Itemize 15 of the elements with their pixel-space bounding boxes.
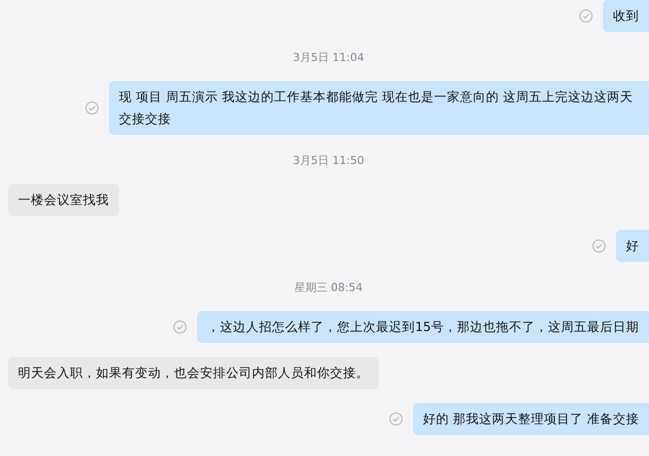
message-timestamp: 3月5日 11:50: [292, 153, 364, 168]
sent-message: 好的 那我这两天整理项目了 准备交接: [413, 403, 649, 435]
read-status-icon: [85, 101, 99, 115]
read-status-icon: [389, 412, 404, 426]
sent-message: 收到: [603, 0, 649, 32]
read-status-icon: [579, 9, 593, 23]
sent-message: 现 项目 周五演示 我这边的工作基本都能做完 现在也是一家意向的 这周五上完这边这两天交接交接: [109, 81, 649, 135]
message-timestamp: 3月5日 11:04: [292, 50, 364, 65]
sent-message: ，这边人招怎么样了，您上次最迟到15号，那边也拖不了，这周五最后日期: [197, 311, 649, 343]
received-message: 明天会入职，如果有变动，也会安排公司内部人员和你交接。: [8, 357, 379, 389]
read-status-icon: [592, 239, 606, 253]
received-message: 一楼会议室找我: [8, 184, 119, 216]
read-status-icon: [173, 320, 188, 334]
sent-message: 好: [616, 230, 649, 262]
message-timestamp: 星期三 08:54: [294, 280, 363, 295]
